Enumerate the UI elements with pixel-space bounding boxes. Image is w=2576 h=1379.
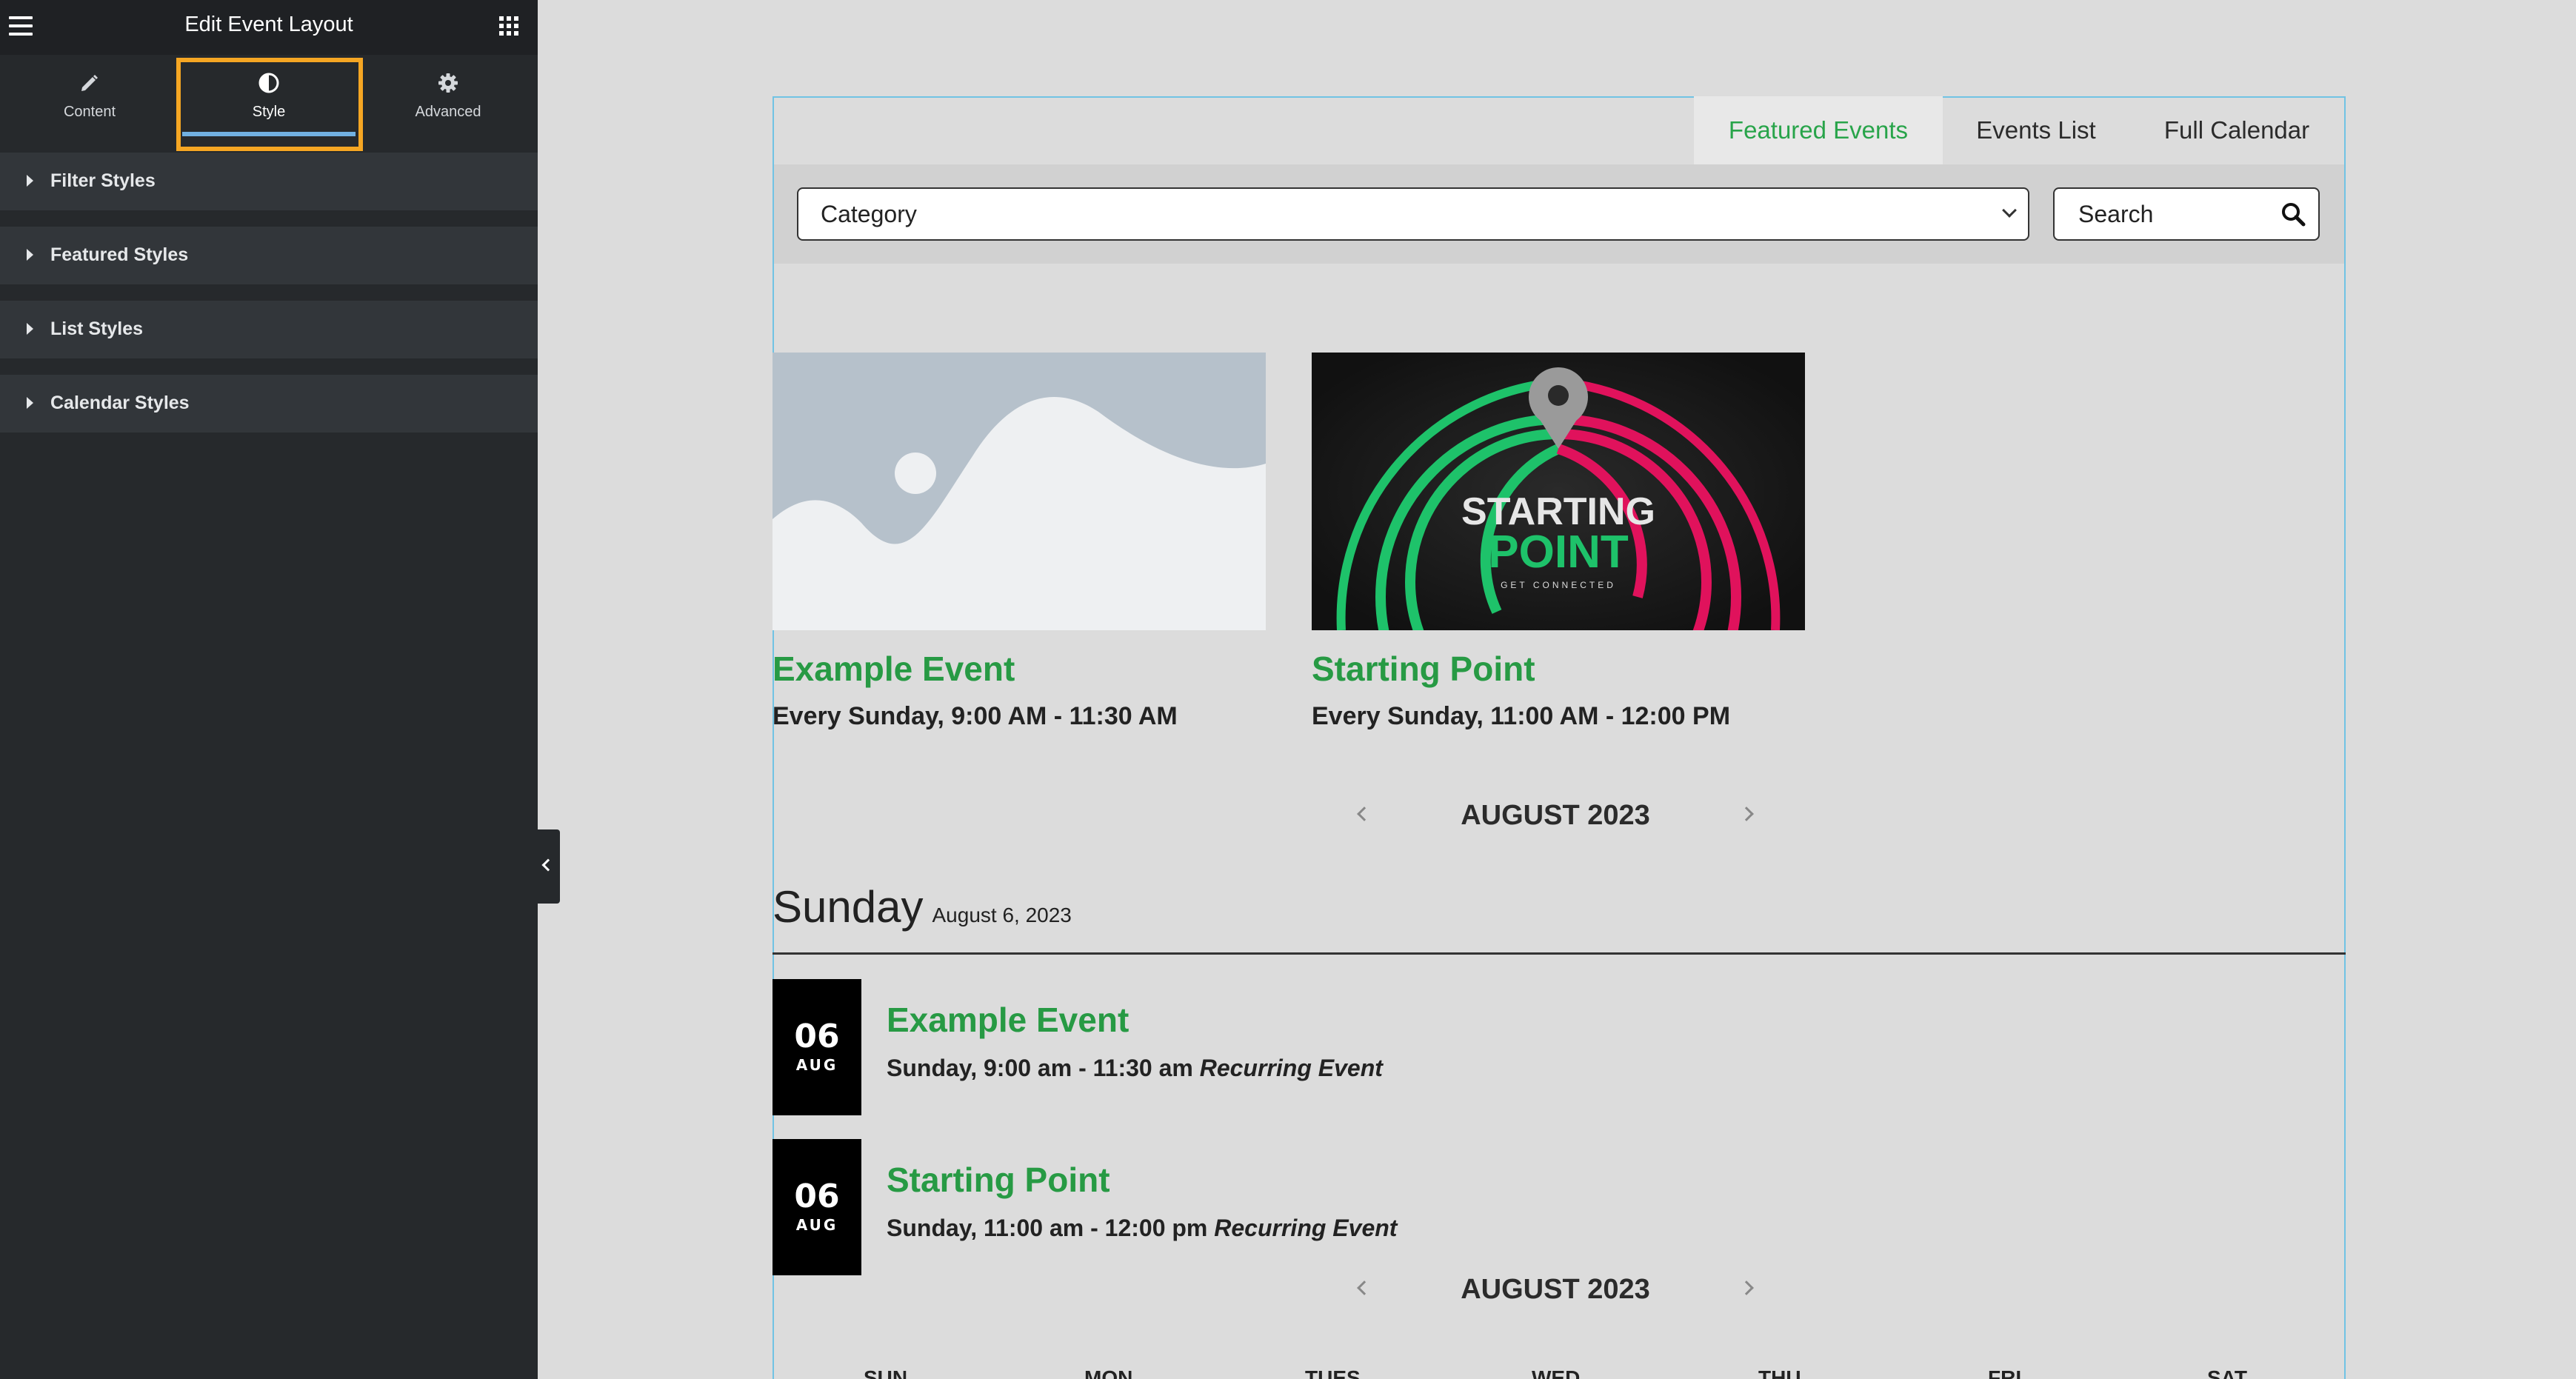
editor-sidebar: Edit Event Layout Content Style Advanced… — [0, 0, 538, 1379]
month-label: AUGUST 2023 — [1461, 800, 1650, 831]
recurring-tag: Recurring Event — [1214, 1215, 1398, 1241]
caret-right-icon — [27, 397, 33, 409]
section-calendar-styles[interactable]: Calendar Styles — [0, 375, 538, 433]
active-tab-indicator — [182, 132, 356, 136]
view-tabs: Featured Events Events List Full Calenda… — [1692, 96, 2344, 164]
tab-events-list[interactable]: Events List — [1943, 96, 2129, 164]
calendar-month-label: AUGUST 2023 — [1461, 1274, 1650, 1305]
date-badge: 06 AUG — [773, 979, 861, 1115]
weekday-mon: MON — [1084, 1366, 1133, 1379]
tab-advanced-label: Advanced — [415, 104, 481, 120]
tab-content[interactable]: Content — [0, 55, 179, 151]
category-select[interactable]: Category — [797, 187, 2029, 241]
section-label: Featured Styles — [50, 244, 189, 265]
section-filter-styles[interactable]: Filter Styles — [0, 153, 538, 210]
featured-title-1[interactable]: Example Event — [773, 649, 1015, 689]
tab-style[interactable]: Style — [179, 55, 358, 151]
weekday-tue: TUES — [1305, 1366, 1361, 1379]
tab-featured-events[interactable]: Featured Events — [1694, 96, 1943, 164]
caret-right-icon — [27, 249, 33, 261]
list-item-time: Sunday, 9:00 am - 11:30 am Recurring Eve… — [887, 1055, 1383, 1082]
list-item: 06 AUG Starting Point Sunday, 11:00 am -… — [773, 1139, 2328, 1276]
divider — [773, 952, 2346, 955]
day-name: Sunday — [773, 882, 924, 932]
calendar-month-navigation: AUGUST 2023 — [1348, 1268, 1763, 1312]
featured-time-2: Every Sunday, 11:00 AM - 12:00 PM — [1312, 702, 1731, 730]
list-item-time-text: Sunday, 9:00 am - 11:30 am — [887, 1055, 1193, 1081]
featured-time-1: Every Sunday, 9:00 AM - 11:30 AM — [773, 702, 1178, 730]
placeholder-image-icon — [773, 353, 1266, 630]
search-icon[interactable] — [2280, 201, 2306, 227]
chevron-down-icon — [2002, 203, 2017, 218]
list-item-title[interactable]: Example Event — [887, 1000, 1129, 1040]
collapse-sidebar-button[interactable] — [538, 829, 560, 904]
section-label: List Styles — [50, 318, 144, 339]
featured-title-2[interactable]: Starting Point — [1312, 649, 1535, 689]
tab-content-label: Content — [63, 104, 116, 120]
date-badge-day: 06 — [794, 1178, 840, 1215]
starting-point-image: STARTING POINT GET CONNECTED — [1312, 353, 1805, 630]
half-circle-icon — [258, 73, 279, 93]
tab-full-calendar[interactable]: Full Calendar — [2129, 96, 2344, 164]
weekday-sun: SUN — [864, 1366, 908, 1379]
caret-right-icon — [27, 175, 33, 187]
list-item: 06 AUG Example Event Sunday, 9:00 am - 1… — [773, 979, 2328, 1116]
featured-image-placeholder[interactable] — [773, 353, 1266, 630]
list-item-time: Sunday, 11:00 am - 12:00 pm Recurring Ev… — [887, 1215, 1397, 1242]
date-badge-day: 06 — [794, 1018, 840, 1055]
sidebar-title: Edit Event Layout — [184, 13, 353, 36]
image-text-line3: GET CONNECTED — [1501, 580, 1616, 590]
image-text-line2: POINT — [1488, 527, 1629, 578]
sidebar-tabs: Content Style Advanced — [0, 55, 538, 151]
section-list-styles[interactable]: List Styles — [0, 301, 538, 358]
sidebar-header: Edit Event Layout — [0, 0, 538, 55]
section-featured-styles[interactable]: Featured Styles — [0, 227, 538, 284]
recurring-tag: Recurring Event — [1199, 1055, 1383, 1081]
tab-advanced[interactable]: Advanced — [358, 55, 538, 151]
weekday-sat: SAT — [2207, 1366, 2247, 1379]
day-heading: Sunday August 6, 2023 — [773, 881, 1072, 932]
search-input[interactable]: Search — [2053, 187, 2320, 241]
apps-grid-icon[interactable] — [499, 16, 518, 36]
chevron-left-icon — [541, 858, 555, 872]
weekday-thu: THU — [1758, 1366, 1801, 1379]
category-select-value: Category — [821, 201, 917, 227]
day-date: August 6, 2023 — [932, 904, 1072, 926]
date-badge-month: AUG — [795, 1216, 838, 1234]
list-item-title[interactable]: Starting Point — [887, 1160, 1110, 1200]
pencil-icon — [81, 75, 98, 91]
search-placeholder: Search — [2078, 201, 2154, 227]
date-badge-month: AUG — [795, 1056, 838, 1074]
gear-icon — [438, 73, 458, 93]
month-navigation: AUGUST 2023 — [1348, 794, 1763, 838]
tab-style-label: Style — [252, 104, 286, 120]
section-label: Filter Styles — [50, 170, 156, 191]
caret-right-icon — [27, 323, 33, 335]
weekday-fri: FRI — [1988, 1366, 2022, 1379]
section-label: Calendar Styles — [50, 393, 190, 413]
date-badge: 06 AUG — [773, 1139, 861, 1275]
weekday-wed: WED — [1532, 1366, 1581, 1379]
featured-image-starting-point[interactable]: STARTING POINT GET CONNECTED — [1312, 353, 1805, 630]
list-item-time-text: Sunday, 11:00 am - 12:00 pm — [887, 1215, 1208, 1241]
